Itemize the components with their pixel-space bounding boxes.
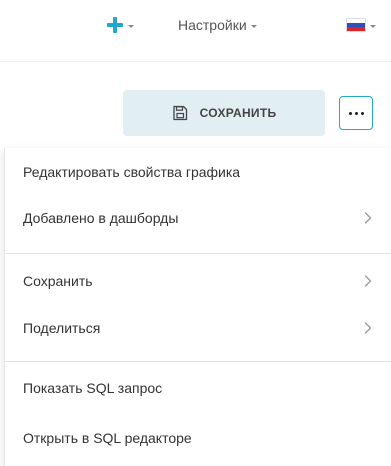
menu-divider [5,253,391,254]
top-navbar: Настройки [0,0,391,62]
menu-item-edit-chart-properties[interactable]: Редактировать свойства графика [5,152,391,192]
more-actions-button[interactable] [339,96,373,130]
plus-icon [106,16,124,34]
menu-item-label: Добавлено в дашборды [23,210,179,226]
save-button-label: СОХРАНИТЬ [199,106,277,120]
add-new-menu[interactable] [106,14,134,36]
menu-item-label: Показать SQL запрос [23,380,163,396]
language-menu[interactable] [346,14,376,36]
menu-item-label: Поделиться [23,320,101,336]
chevron-right-icon [364,275,372,287]
menu-item-save[interactable]: Сохранить [5,261,391,301]
caret-down-icon [128,24,134,28]
settings-menu[interactable]: Настройки [178,14,257,36]
chevron-right-icon [364,212,372,224]
page: Настройки СОХРАНИТЬ Редактировать свойст… [0,0,391,466]
menu-divider [5,361,391,362]
caret-down-icon [370,24,376,28]
menu-item-label: Сохранить [23,273,93,289]
menu-item-share[interactable]: Поделиться [5,308,391,348]
menu-item-added-to-dashboards[interactable]: Добавлено в дашборды [5,198,391,238]
settings-menu-label: Настройки [178,17,247,33]
floppy-disk-icon [172,105,187,121]
menu-item-label: Открыть в SQL редакторе [23,430,192,446]
caret-down-icon [250,24,257,28]
menu-item-show-sql-query[interactable]: Показать SQL запрос [5,368,391,408]
chevron-right-icon [364,322,372,334]
save-button[interactable]: СОХРАНИТЬ [123,90,325,136]
chart-actions-dropdown: Редактировать свойства графика Добавлено… [4,148,391,466]
russia-flag-icon [346,18,366,32]
menu-item-label: Редактировать свойства графика [23,164,241,180]
ellipsis-icon [348,111,364,115]
menu-item-open-in-sql-editor[interactable]: Открыть в SQL редакторе [5,418,391,458]
